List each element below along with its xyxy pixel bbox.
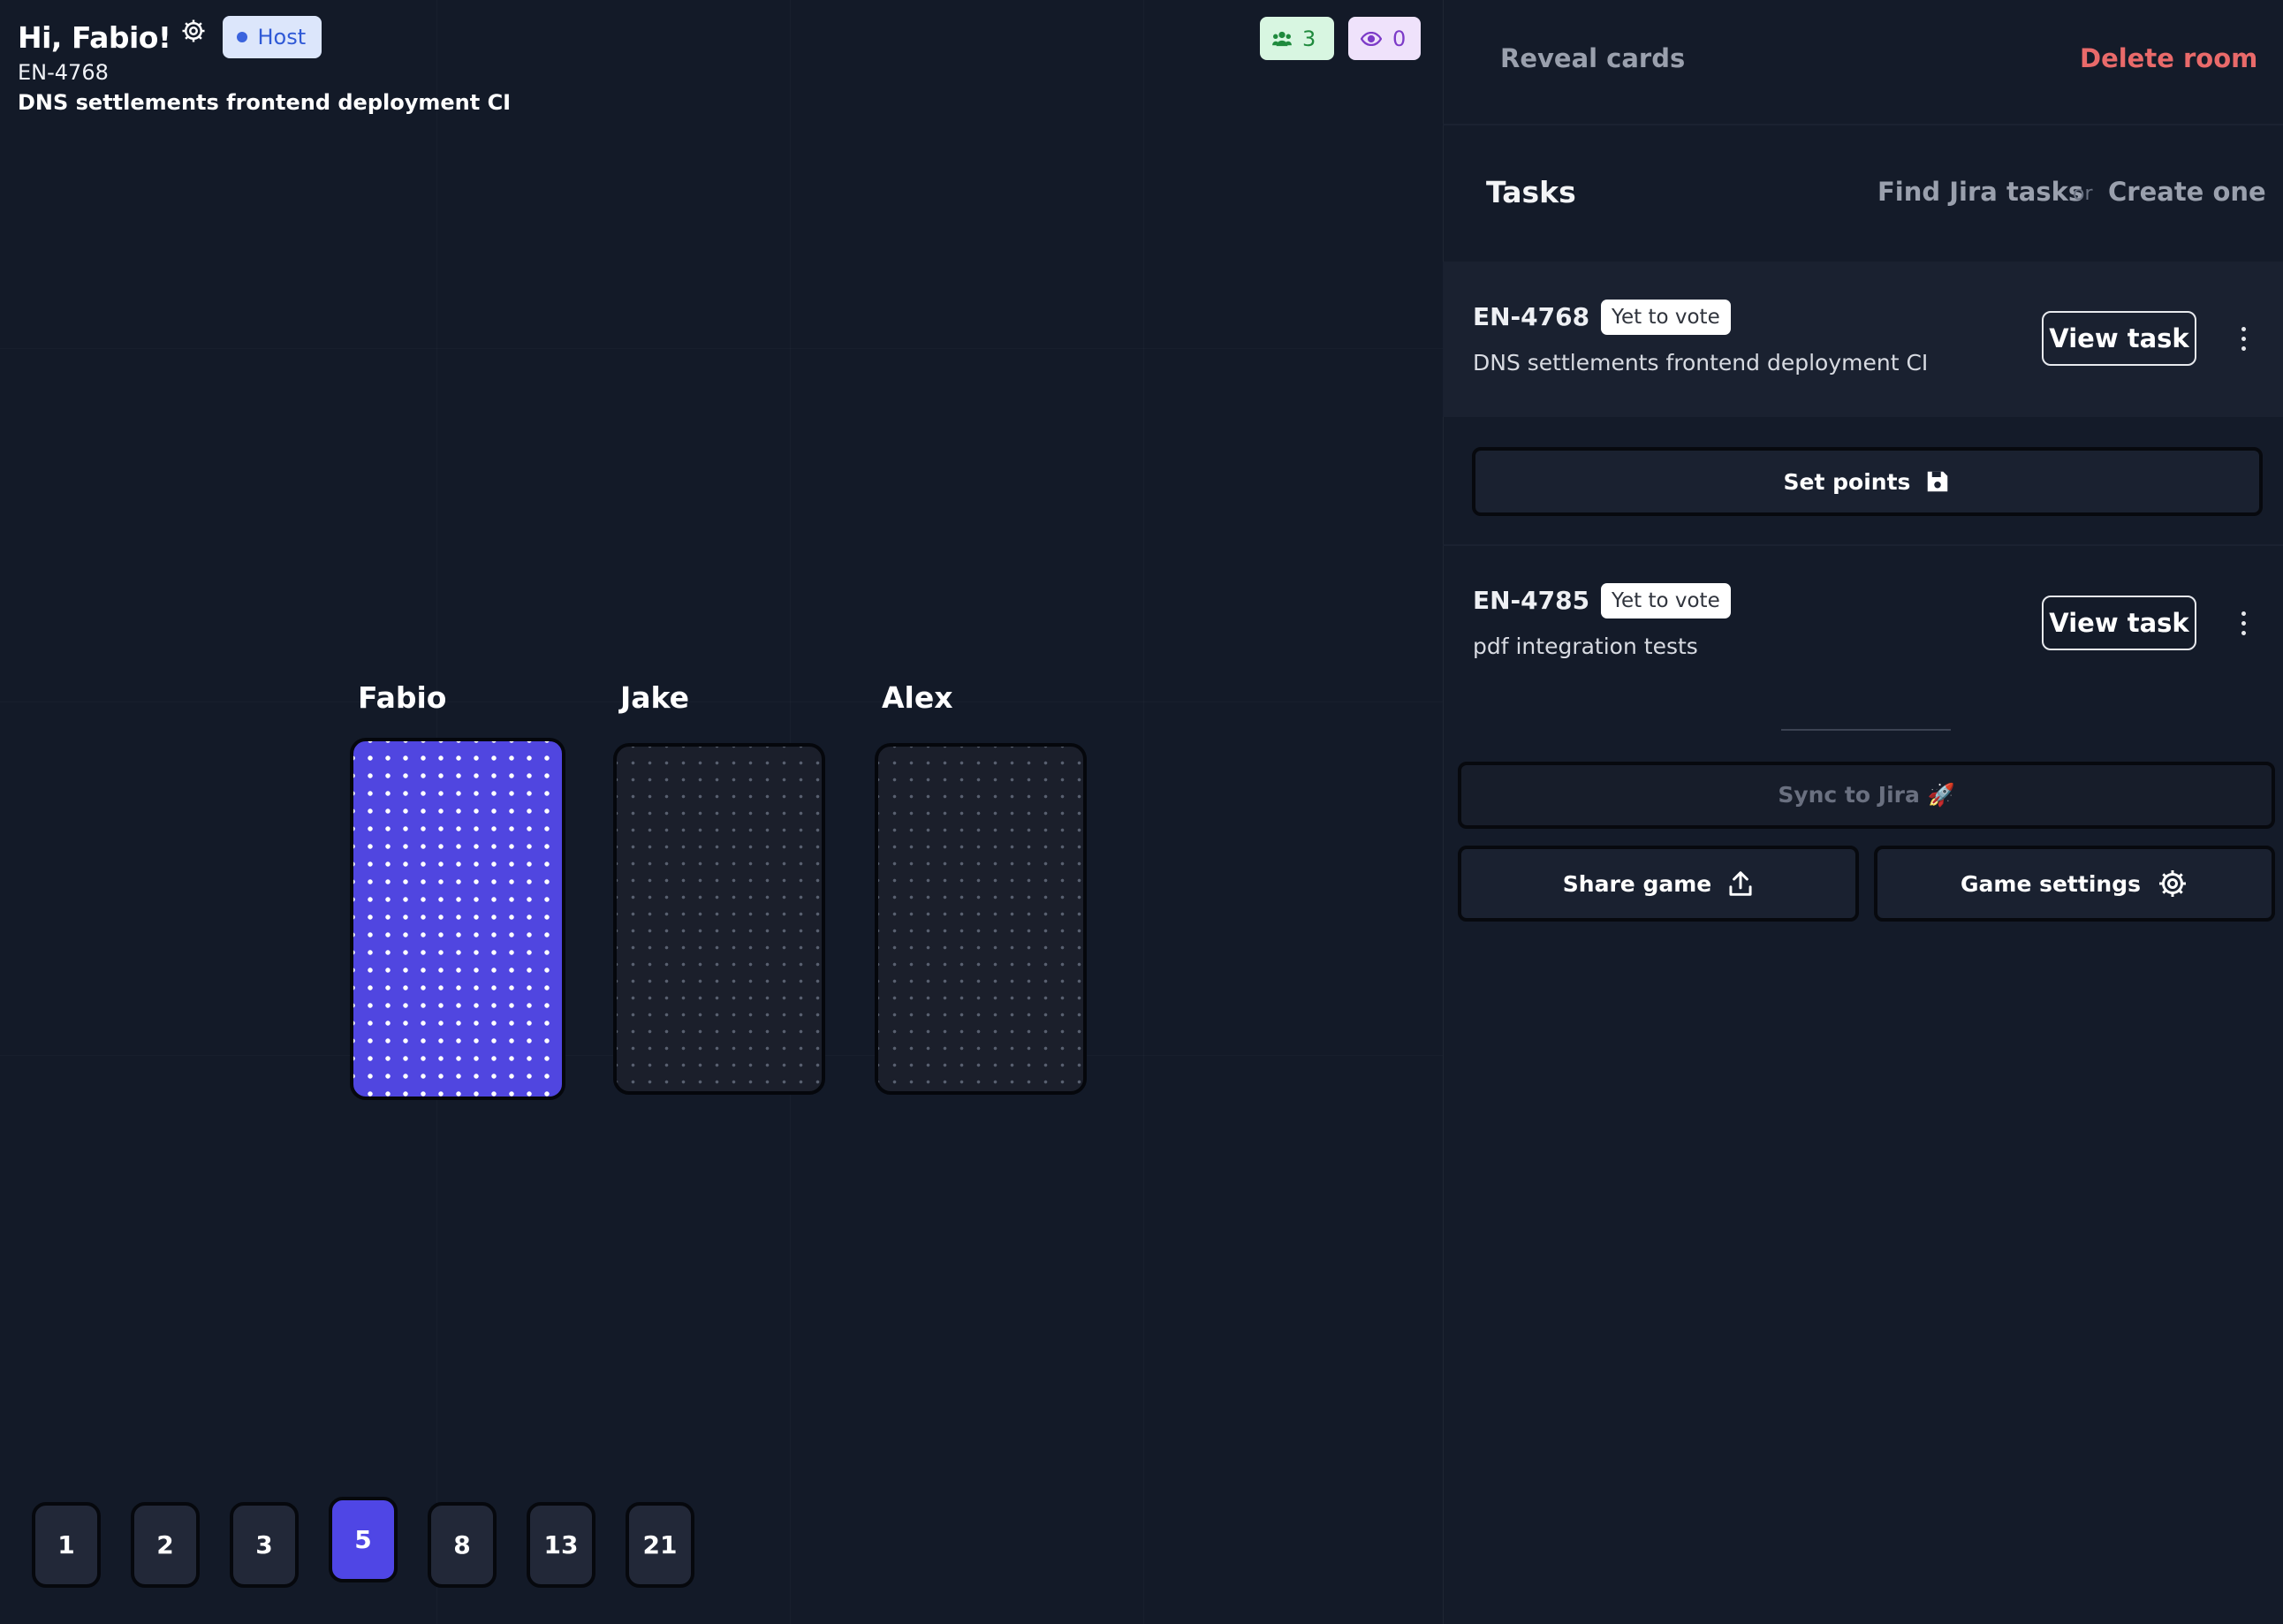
vote-option[interactable]: 3 bbox=[230, 1502, 299, 1588]
vote-option-selected[interactable]: 5 bbox=[329, 1497, 398, 1582]
divider bbox=[1443, 124, 2283, 125]
task-code: EN-4768 bbox=[1473, 302, 1590, 331]
task-status-badge: Yet to vote bbox=[1601, 583, 1731, 618]
more-options-icon[interactable] bbox=[2241, 611, 2249, 641]
set-points-label: Set points bbox=[1783, 468, 1911, 495]
share-game-label: Share game bbox=[1562, 870, 1712, 897]
task-title: pdf integration tests bbox=[1473, 634, 1698, 659]
grid-line bbox=[1143, 0, 1144, 1624]
vote-option[interactable]: 13 bbox=[527, 1502, 595, 1588]
divider bbox=[1781, 729, 1951, 731]
player-card-alex bbox=[875, 743, 1087, 1095]
eye-icon bbox=[1361, 31, 1382, 46]
greeting: Hi, Fabio! bbox=[18, 19, 171, 55]
spectators-count: 0 bbox=[1392, 26, 1407, 51]
host-badge: Host bbox=[222, 16, 322, 58]
game-settings-label: Game settings bbox=[1961, 870, 2141, 897]
gear-icon bbox=[2158, 870, 2186, 897]
share-game-button[interactable]: Share game bbox=[1458, 846, 1859, 922]
vote-option[interactable]: 1 bbox=[32, 1502, 101, 1588]
current-task-code: EN-4768 bbox=[18, 60, 109, 85]
create-task-link[interactable]: Create one bbox=[2108, 177, 2266, 207]
player-name: Alex bbox=[882, 680, 953, 715]
vote-option[interactable]: 2 bbox=[131, 1502, 200, 1588]
set-points-button[interactable]: Set points bbox=[1472, 447, 2263, 516]
more-options-icon[interactable] bbox=[2241, 327, 2249, 356]
game-settings-button[interactable]: Game settings bbox=[1874, 846, 2275, 922]
delete-room-button[interactable]: Delete room bbox=[2080, 43, 2257, 73]
player-name: Fabio bbox=[358, 680, 447, 715]
task-code: EN-4785 bbox=[1473, 586, 1590, 615]
reveal-cards-button[interactable]: Reveal cards bbox=[1500, 43, 1685, 73]
spectators-count-badge[interactable]: 0 bbox=[1348, 17, 1421, 60]
task-status-badge: Yet to vote bbox=[1601, 300, 1731, 335]
gear-icon[interactable] bbox=[180, 18, 207, 44]
find-jira-tasks-link[interactable]: Find Jira tasks bbox=[1877, 177, 2083, 207]
player-card-jake bbox=[613, 743, 825, 1095]
greeting-row: Hi, Fabio! Host bbox=[18, 16, 322, 58]
players-count: 3 bbox=[1302, 26, 1316, 51]
vote-option[interactable]: 8 bbox=[428, 1502, 497, 1588]
upload-icon bbox=[1729, 871, 1752, 896]
player-name: Jake bbox=[620, 680, 689, 715]
vote-option[interactable]: 21 bbox=[626, 1502, 694, 1588]
or-separator: or bbox=[2073, 183, 2093, 205]
users-icon bbox=[1272, 31, 1292, 46]
save-icon bbox=[1928, 471, 1948, 492]
tasks-heading: Tasks bbox=[1486, 175, 1576, 209]
status-dot bbox=[236, 32, 247, 42]
current-task-title: DNS settlements frontend deployment CI bbox=[18, 90, 512, 115]
sync-to-jira-button[interactable]: Sync to Jira 🚀 bbox=[1458, 762, 2275, 829]
player-card-fabio bbox=[350, 738, 565, 1100]
view-task-button[interactable]: View task bbox=[2042, 596, 2196, 650]
view-task-button[interactable]: View task bbox=[2042, 311, 2196, 366]
players-count-badge[interactable]: 3 bbox=[1260, 17, 1334, 60]
task-title: DNS settlements frontend deployment CI bbox=[1473, 350, 1929, 376]
host-label: Host bbox=[257, 25, 307, 49]
